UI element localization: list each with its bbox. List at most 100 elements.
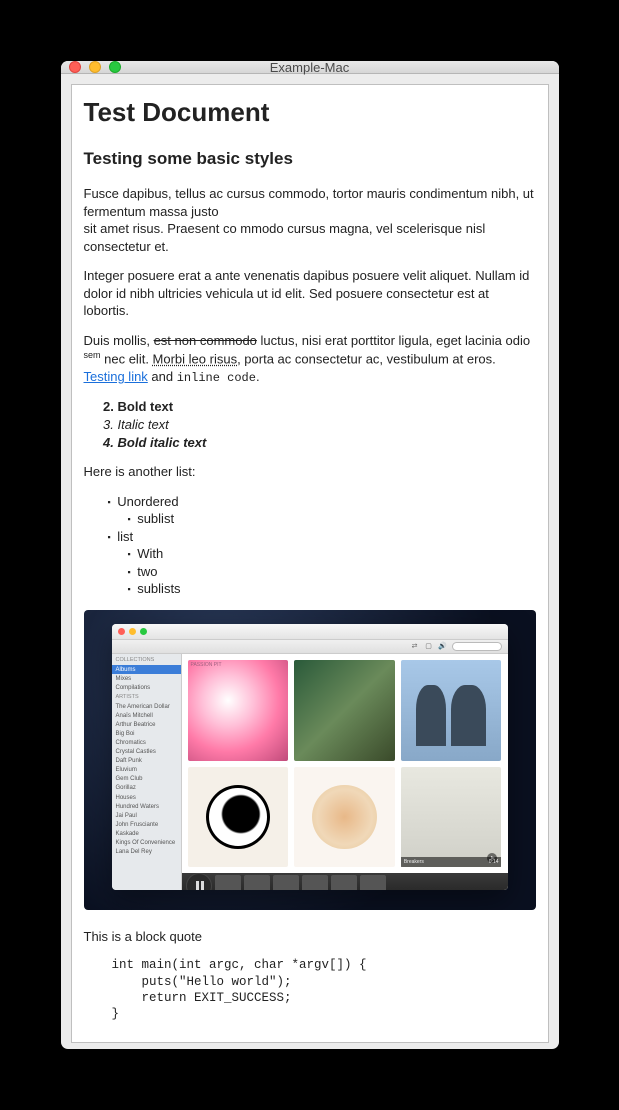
music-sidebar: COLLECTIONS Albums Mixes Compilations AR… [112, 654, 182, 890]
content-wrap: Test Document Testing some basic styles … [61, 74, 559, 1049]
music-app-window: ⇄ ▢ 🔊 COLLECTIONS Albums Mixes Compilati… [112, 624, 508, 890]
app-window: Example-Mac Test Document Testing some b… [61, 61, 559, 1049]
doc-heading-2: Testing some basic styles [84, 148, 536, 171]
unordered-sublist: With two sublists [128, 545, 536, 598]
text: Duis mollis, [84, 333, 154, 348]
paragraph: Here is another list: [84, 463, 536, 481]
ordered-list: Bold text Italic text Bold italic text [118, 398, 536, 451]
text: Unordered [117, 494, 178, 509]
list-item: Bold italic text [118, 434, 536, 452]
sidebar-item: The American Dollar [112, 702, 181, 711]
list-item: Unordered sublist [108, 493, 536, 528]
text: , porta ac consectetur ac, vestibulum at… [237, 352, 496, 367]
album-grid: PASSION PIT Breakers 0:14 [182, 654, 508, 873]
window-title: Example-Mac [61, 61, 559, 75]
sidebar-item: Jai Paul [112, 811, 181, 820]
sidebar-item: Lana Del Rey [112, 848, 181, 857]
text: sit amet risus. Praesent co mmodo cursus… [84, 221, 486, 254]
sidebar-item: Kaskade [112, 829, 181, 838]
list-item: Italic text [118, 416, 536, 434]
text: 0:14 [489, 859, 499, 866]
sidebar-item: Chromatics [112, 738, 181, 747]
music-toolbar: ⇄ ▢ 🔊 [112, 640, 508, 654]
search-input [452, 642, 502, 651]
sidebar-item: Eluvium [112, 766, 181, 775]
list-item: With [128, 545, 536, 563]
music-bottom-bar: Midnight City Bombtrack 444.501.20 Live … [182, 873, 508, 890]
shuffle-icon: ⇄ [410, 642, 420, 650]
sidebar-item: Hundred Waters [112, 802, 181, 811]
titlebar: Example-Mac [61, 61, 559, 74]
document-view[interactable]: Test Document Testing some basic styles … [71, 84, 549, 1043]
paragraph: Fusce dapibus, tellus ac cursus commodo,… [84, 185, 536, 255]
text: luctus, nisi erat porttitor ligula, eget… [257, 333, 530, 348]
text: nec elit. [101, 352, 153, 367]
code-block: int main(int argc, char *argv[]) { puts(… [112, 957, 536, 1022]
traffic-lights [61, 61, 121, 73]
list-item: list With two sublists [108, 528, 536, 598]
pause-icon [186, 873, 212, 890]
code-line: return EXIT_SUCCESS; [112, 991, 292, 1005]
music-main: PASSION PIT Breakers 0:14 [182, 654, 508, 890]
sidebar-item: Anaïs Mitchell [112, 711, 181, 720]
list-item: two [128, 563, 536, 581]
unordered-list: Unordered sublist list With two sublists [108, 493, 536, 598]
superscript-text: sem [84, 350, 101, 360]
album-cover [401, 660, 502, 761]
sidebar-item: Gorillaz [112, 784, 181, 793]
sidebar-header: COLLECTIONS [112, 656, 181, 665]
code-line: } [112, 1007, 120, 1021]
text: . [256, 369, 260, 384]
list-item: sublist [128, 510, 536, 528]
testing-link[interactable]: Testing link [84, 369, 148, 384]
minimize-icon [129, 628, 136, 635]
paragraph: Integer posuere erat a ante venenatis da… [84, 267, 536, 320]
airplay-icon: ▢ [424, 642, 434, 650]
code-line: int main(int argc, char *argv[]) { [112, 958, 367, 972]
sidebar-item-albums: Albums [112, 665, 181, 674]
footer: Select Markdown File... [71, 1043, 549, 1049]
sidebar-item: John Frusciante [112, 820, 181, 829]
paragraph: Duis mollis, est non commodo luctus, nis… [84, 332, 536, 387]
music-titlebar [112, 624, 508, 640]
track-thumb: 444.501.20 [273, 875, 299, 890]
blockquote: This is a block quote [84, 928, 536, 946]
close-icon[interactable] [69, 61, 81, 73]
album-cover: Breakers 0:14 [401, 767, 502, 868]
sidebar-item: Crystal Castles [112, 748, 181, 757]
sidebar-item-mixes: Mixes [112, 674, 181, 683]
text: Breakers [404, 859, 424, 865]
zoom-icon [140, 628, 147, 635]
track-thumb: Midnight City [215, 875, 241, 890]
list-item: sublists [128, 580, 536, 598]
music-body: COLLECTIONS Albums Mixes Compilations AR… [112, 654, 508, 890]
sidebar-item: Arthur Beatrice [112, 720, 181, 729]
strikethrough-text: est non commodo [154, 333, 257, 348]
unordered-sublist: sublist [128, 510, 536, 528]
text: list [117, 529, 133, 544]
sidebar-item: Big Boi [112, 729, 181, 738]
list-item: Bold text [118, 398, 536, 416]
minimize-icon[interactable] [89, 61, 101, 73]
doc-heading-1: Test Document [84, 95, 536, 130]
track-thumb: Running Through Me... [360, 875, 386, 890]
track-thumb: Over There, It's Raining [331, 875, 357, 890]
code-line: puts("Hello world"); [112, 975, 292, 989]
sidebar-item: Houses [112, 793, 181, 802]
album-cover: PASSION PIT [188, 660, 289, 761]
zoom-icon[interactable] [109, 61, 121, 73]
embedded-screenshot: ⇄ ▢ 🔊 COLLECTIONS Albums Mixes Compilati… [84, 610, 536, 910]
sidebar-item: Gem Club [112, 775, 181, 784]
sidebar-item: Kings Of Convenience [112, 838, 181, 847]
text: and [148, 369, 177, 384]
album-cover [294, 660, 395, 761]
inline-code: inline code [177, 371, 256, 385]
album-label: Breakers 0:14 [401, 857, 502, 868]
close-icon [118, 628, 125, 635]
album-label: PASSION PIT [191, 662, 222, 669]
track-thumb: Live In Dreams [302, 875, 328, 890]
album-cover [188, 767, 289, 868]
track-thumb: Bombtrack [244, 875, 270, 890]
volume-icon: 🔊 [438, 642, 448, 650]
dotted-underline-text: Morbi leo risus [153, 352, 238, 367]
